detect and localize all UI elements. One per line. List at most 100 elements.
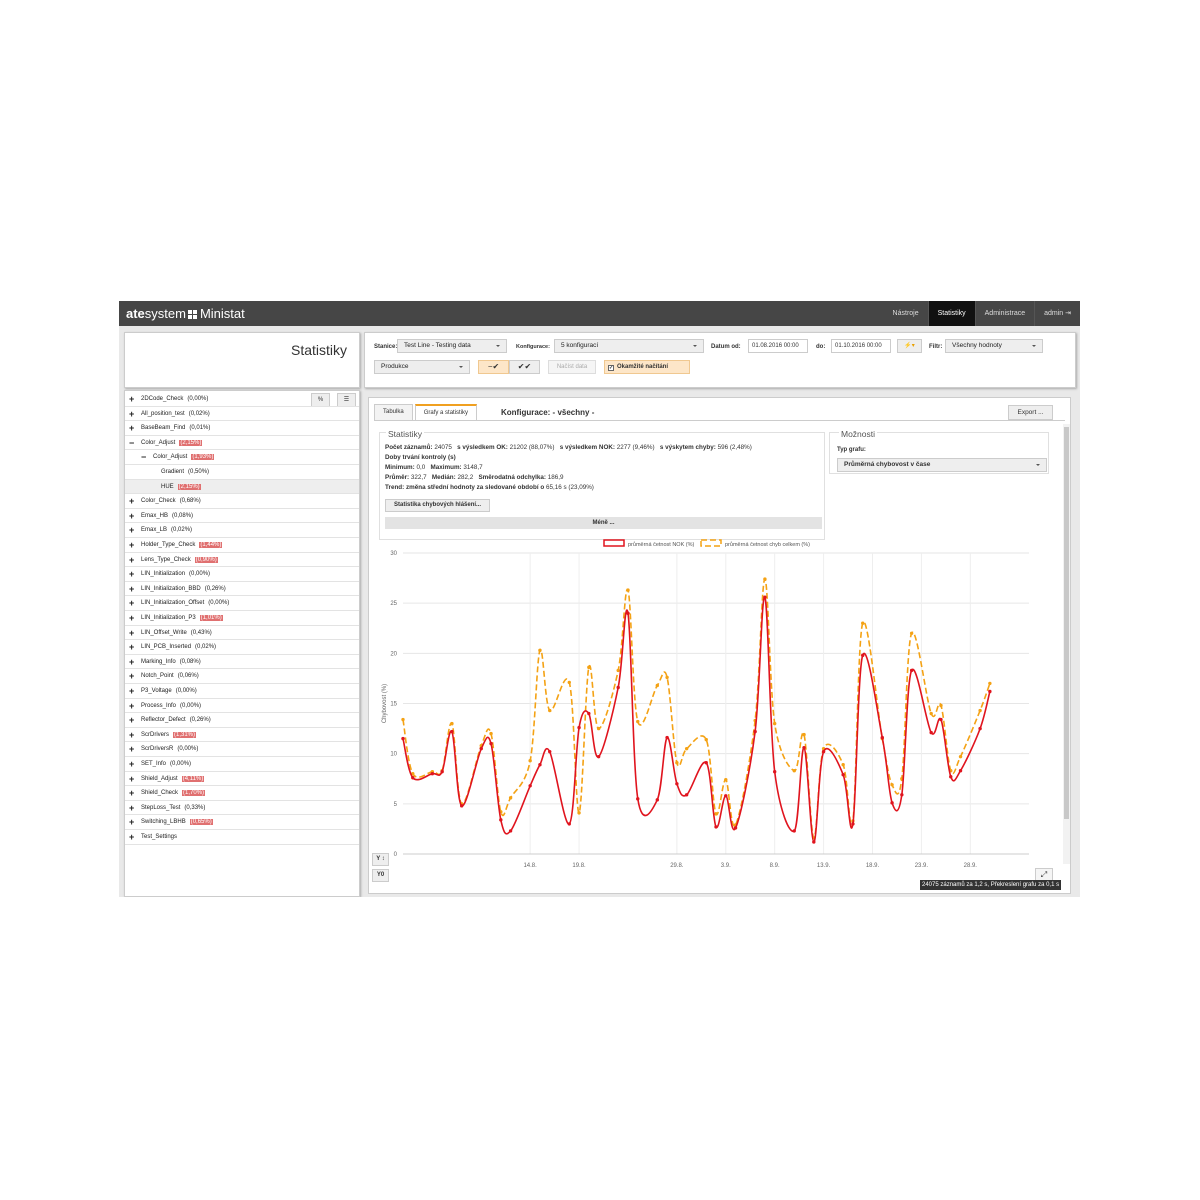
expand-icon[interactable]: + xyxy=(129,611,134,625)
produkce-select[interactable]: Produkce xyxy=(374,360,470,374)
expand-icon[interactable]: + xyxy=(129,392,134,406)
tree-item[interactable]: + Emax_LB (0,02%) xyxy=(125,523,359,538)
tree-item[interactable]: + Notch_Point (0,06%) xyxy=(125,669,359,684)
checkbox-icon[interactable]: ✓ xyxy=(608,365,614,371)
tree-item[interactable]: + SET_Info (0,00%) xyxy=(125,757,359,772)
expand-icon[interactable]: + xyxy=(129,553,134,567)
expand-icon[interactable]: + xyxy=(129,757,134,771)
expand-icon[interactable]: + xyxy=(129,640,134,654)
expand-icon[interactable]: + xyxy=(129,494,134,508)
logout-icon[interactable]: ⇥ xyxy=(1063,310,1071,317)
expand-icon[interactable]: + xyxy=(129,509,134,523)
expand-icon[interactable]: + xyxy=(129,728,134,742)
tree-item[interactable]: + Emax_HB (0,08%) xyxy=(125,509,359,524)
tree-item[interactable]: + ScrDrivers (1,31%) xyxy=(125,728,359,743)
expand-icon[interactable]: + xyxy=(129,523,134,537)
expand-icon[interactable]: + xyxy=(129,699,134,713)
y-autoscale-button[interactable]: Y ↕ xyxy=(372,853,389,866)
tree-item[interactable]: + LIN_Initialization (0,00%) xyxy=(125,567,359,582)
tree-item[interactable]: + StepLoss_Test (0,33%) xyxy=(125,801,359,816)
data-point xyxy=(724,794,728,798)
do-input[interactable]: 01.10.2016 00:00 xyxy=(831,339,891,353)
tree-item-percent: (0,00%) xyxy=(180,702,202,709)
tree-item[interactable]: + ScrDriversR (0,00%) xyxy=(125,742,359,757)
data-point xyxy=(548,749,552,754)
export-button[interactable]: Export ... xyxy=(1008,405,1053,420)
tree-item[interactable]: + LIN_Offset_Write (0,43%) xyxy=(125,626,359,641)
datum-od-input[interactable]: 01.08.2016 00:00 xyxy=(748,339,808,353)
error-rate-chart[interactable]: 0 5 10 15 20 25 30 14.8. 19.8. 29.8. 3.9. 8.9. 13.9.… xyxy=(374,538,1059,883)
tree-item[interactable]: − Color_Adjust (2,15%) xyxy=(125,436,359,451)
trend-label: Trend: změna střední hodnoty za sledovan… xyxy=(385,484,545,491)
nav-item-statistiky[interactable]: Statistiky xyxy=(927,301,975,326)
tree-item[interactable]: + LIN_Initialization_P3 (1,01%) xyxy=(125,611,359,626)
tree-item[interactable]: + P3_Voltage (0,00%) xyxy=(125,684,359,699)
expand-icon[interactable]: + xyxy=(129,669,134,683)
expand-icon[interactable]: + xyxy=(129,538,134,552)
tree-item[interactable]: + Shield_Check (1,70%) xyxy=(125,786,359,801)
expand-icon[interactable]: + xyxy=(129,626,134,640)
tree-item[interactable]: + Switching_LBHB (0,65%) xyxy=(125,815,359,830)
expand-icon[interactable]: + xyxy=(129,742,134,756)
expand-icon[interactable]: + xyxy=(129,830,134,844)
x-tick-label: 23.9. xyxy=(915,863,929,869)
tree-item[interactable]: + LIN_Initialization_Offset (0,00%) xyxy=(125,596,359,611)
tree-item-name: BaseBeam_Find xyxy=(141,425,186,432)
nok-only-toggle[interactable]: −✔ xyxy=(478,360,509,374)
collapse-icon[interactable]: − xyxy=(141,450,146,464)
tree-item[interactable]: + Color_Check (0,68%) xyxy=(125,494,359,509)
y-zero-button[interactable]: Y0 xyxy=(372,869,389,882)
data-point xyxy=(714,812,718,816)
expand-icon[interactable]: + xyxy=(129,772,134,786)
expand-icon[interactable]: + xyxy=(129,684,134,698)
tree-item[interactable]: +2DCode_Check (0,00%) xyxy=(125,392,359,407)
nav-item-nástroje[interactable]: Nástroje xyxy=(884,301,928,326)
tree-item[interactable]: + LIN_Initialization_BBD (0,26%) xyxy=(125,582,359,597)
expand-icon[interactable]: + xyxy=(129,786,134,800)
tree-item[interactable]: + Shield_Adjust (4,11%) xyxy=(125,772,359,787)
tree-item[interactable]: − Color_Adjust (1,93%) xyxy=(125,450,359,465)
tab-charts[interactable]: Grafy a statistiky xyxy=(414,404,478,420)
collapse-icon[interactable]: − xyxy=(129,436,134,450)
tree-item[interactable]: + All_position_test (0,02%) xyxy=(125,407,359,422)
expand-icon[interactable]: + xyxy=(129,407,134,421)
tree-item[interactable]: HUE (2,15%) xyxy=(125,479,359,495)
quick-range-button[interactable]: ⚡▾ xyxy=(897,339,922,353)
tree-item[interactable]: + BaseBeam_Find (0,01%) xyxy=(125,421,359,436)
expand-icon[interactable]: + xyxy=(129,596,134,610)
nav-item-administrace[interactable]: Administrace xyxy=(974,301,1034,326)
expand-icon[interactable]: + xyxy=(129,582,134,596)
app-logo[interactable]: atesystem Ministat xyxy=(126,306,245,321)
chart-type-select[interactable]: Průměrná chybovost v čase xyxy=(837,458,1047,472)
tree-item[interactable]: Gradient (0,50%) xyxy=(125,465,359,480)
tree-item[interactable]: + LIN_PCB_Inserted (0,02%) xyxy=(125,640,359,655)
expand-icon[interactable]: + xyxy=(129,815,134,829)
scrollbar-thumb[interactable] xyxy=(1064,427,1069,819)
ok-nok-toggle[interactable]: ✔✔ xyxy=(509,360,540,374)
filtr-select[interactable]: Všechny hodnoty xyxy=(945,339,1043,353)
expand-icon[interactable]: + xyxy=(129,421,134,435)
expand-icon[interactable]: + xyxy=(129,801,134,815)
expand-icon[interactable]: + xyxy=(129,713,134,727)
show-less-button[interactable]: Méně ... xyxy=(385,517,822,529)
expand-icon[interactable]: + xyxy=(129,655,134,669)
max-value: 3148,7 xyxy=(463,464,483,471)
trend-line: Trend: změna střední hodnoty za sledovan… xyxy=(385,484,594,491)
tree-item[interactable]: + Test_Settings xyxy=(125,830,359,845)
load-data-button[interactable]: Načíst data xyxy=(548,360,596,374)
instant-load-toggle[interactable]: ✓ Okamžité načítání xyxy=(604,360,690,374)
tree-item[interactable]: + Reflector_Defect (0,26%) xyxy=(125,713,359,728)
tab-table[interactable]: Tabulka xyxy=(374,404,413,420)
tree-item[interactable]: + Lens_Type_Check (0,90%) xyxy=(125,553,359,568)
expand-icon[interactable]: + xyxy=(129,567,134,581)
konfigurace-select[interactable]: 5 konfigurací xyxy=(554,339,704,353)
nav-item-admin[interactable]: admin ⇥ xyxy=(1034,301,1080,326)
error-stats-button[interactable]: Statistika chybových hlášení... xyxy=(385,499,491,512)
data-point xyxy=(861,653,865,658)
tree-item[interactable]: + Process_Info (0,00%) xyxy=(125,699,359,714)
stanice-select[interactable]: Test Line - Testing data xyxy=(397,339,507,353)
vertical-scrollbar[interactable] xyxy=(1063,424,1070,864)
tree-item[interactable]: + Holder_Type_Check (1,44%) xyxy=(125,538,359,553)
tree-item[interactable]: + Marking_Info (0,08%) xyxy=(125,655,359,670)
data-point xyxy=(909,668,914,673)
